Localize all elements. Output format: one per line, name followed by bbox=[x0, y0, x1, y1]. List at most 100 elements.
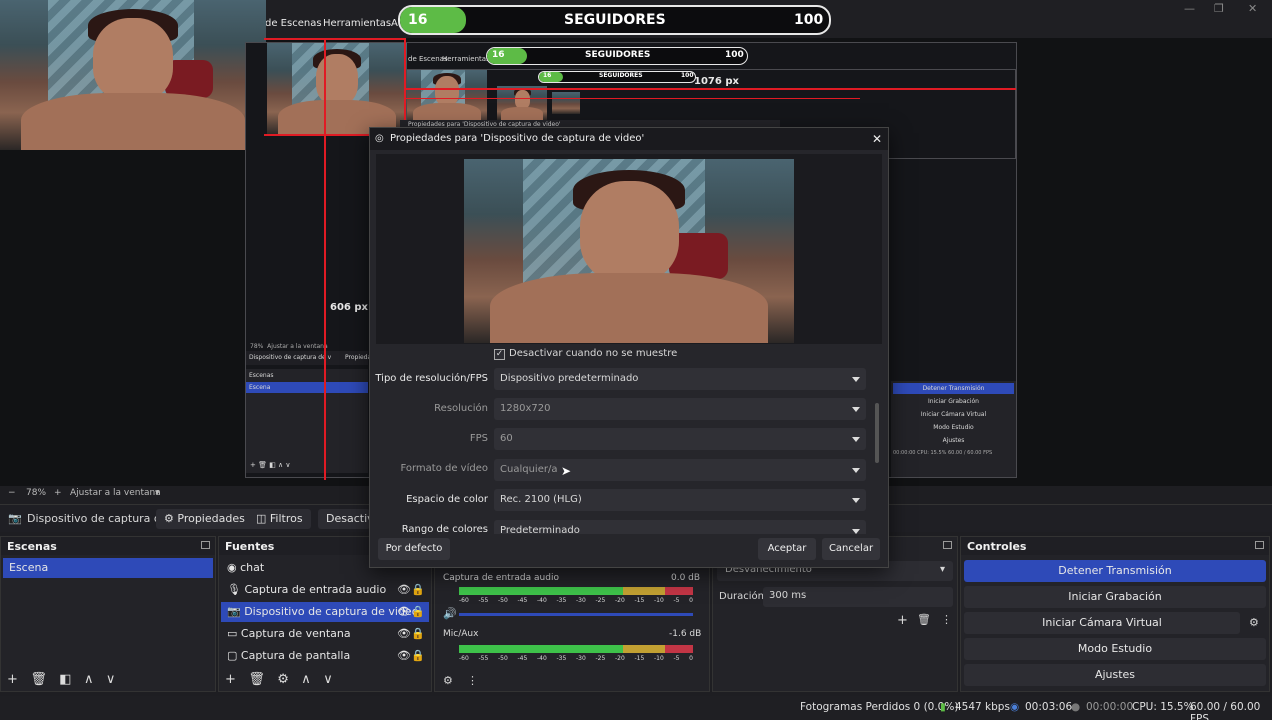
minimize-icon[interactable]: — bbox=[1184, 2, 1195, 15]
add-icon[interactable]: + bbox=[897, 613, 908, 628]
chevron-down-icon bbox=[852, 377, 860, 382]
nested-follower-bar-2: 16 SEGUIDORES 100 bbox=[538, 71, 696, 83]
source-item-window[interactable]: ▭ Captura de ventana 👁 🔒 bbox=[221, 624, 429, 644]
move-up-icon[interactable]: ∧ bbox=[84, 672, 94, 687]
controls-title: Controles bbox=[961, 537, 1269, 555]
gear-icon[interactable]: ⚙ bbox=[443, 674, 453, 687]
dialog-scrollbar[interactable] bbox=[875, 403, 879, 463]
properties-button[interactable]: ⚙ Propiedades bbox=[156, 509, 253, 529]
fps-select[interactable]: 60 bbox=[494, 428, 866, 450]
resolution-select[interactable]: 1280x720 bbox=[494, 398, 866, 420]
more-icon[interactable]: ⋮ bbox=[941, 613, 952, 626]
move-down-icon[interactable]: ∨ bbox=[323, 672, 333, 687]
close-icon[interactable]: ✕ bbox=[872, 132, 882, 146]
add-icon[interactable]: + bbox=[225, 672, 236, 687]
trash-icon[interactable]: 🗑 bbox=[30, 672, 47, 687]
eye-icon[interactable]: 👁 bbox=[397, 646, 411, 666]
eye-icon[interactable]: 👁 bbox=[397, 624, 411, 644]
source-item-screen[interactable]: ▢ Captura de pantalla 👁 🔒 bbox=[221, 646, 429, 666]
undock-icon[interactable] bbox=[201, 541, 210, 549]
mixer-channel-2-db: -1.6 dB bbox=[669, 629, 702, 639]
move-down-icon[interactable]: ∨ bbox=[106, 672, 116, 687]
properties-dialog: ◎ Propiedades para 'Dispositivo de captu… bbox=[369, 127, 889, 568]
duration-label: Duración bbox=[719, 591, 765, 602]
source-label: Dispositivo de captura de video bbox=[244, 605, 419, 618]
lock-icon[interactable]: 🔒 bbox=[411, 624, 425, 644]
guide-line-top bbox=[264, 38, 406, 40]
stop-stream-button[interactable]: Detener Transmisión bbox=[964, 560, 1266, 582]
fit-window-select[interactable]: Ajustar a la ventana bbox=[70, 488, 161, 498]
field-label-color-range: Rango de colores bbox=[401, 524, 488, 534]
start-recording-button[interactable]: Iniciar Grabación bbox=[964, 586, 1266, 608]
nested-follower-count-2: 16 bbox=[543, 72, 552, 79]
mic-icon: 🎙 bbox=[227, 583, 241, 596]
mixer-channel-2-name: Mic/Aux bbox=[443, 629, 479, 639]
chevron-down-icon bbox=[852, 407, 860, 412]
nested-follower-bar: 16 SEGUIDORES 100 bbox=[486, 47, 748, 65]
mixer-channel-1-meter bbox=[459, 587, 693, 595]
zoom-out-button[interactable]: − bbox=[8, 488, 16, 498]
trash-icon[interactable]: 🗑 bbox=[917, 613, 931, 626]
nested-controls: Detener Transmisión Iniciar Grabación In… bbox=[891, 381, 1016, 477]
defaults-button[interactable]: Por defecto bbox=[378, 538, 450, 560]
source-item-video[interactable]: 📷 Dispositivo de captura de video 👁 🔒 bbox=[221, 602, 429, 622]
undock-icon[interactable] bbox=[1255, 541, 1264, 549]
more-icon[interactable]: ⋮ bbox=[467, 674, 478, 687]
menu-tools[interactable]: Herramientas bbox=[323, 18, 391, 29]
bitrate: 4547 kbps bbox=[955, 701, 1010, 713]
start-virtualcam-button[interactable]: Iniciar Cámara Virtual bbox=[964, 612, 1240, 634]
dialog-title: Propiedades para 'Dispositivo de captura… bbox=[390, 133, 645, 144]
close-icon[interactable]: ✕ bbox=[1248, 2, 1257, 15]
field-label-resolution: Resolución bbox=[434, 403, 488, 414]
nested-menu-tools: Herramientas bbox=[442, 55, 490, 63]
source-label: Captura de pantalla bbox=[240, 649, 351, 662]
duration-input[interactable]: 300 ms bbox=[763, 587, 953, 607]
nested-webcam-3 bbox=[497, 86, 547, 120]
studio-mode-button[interactable]: Modo Estudio bbox=[964, 638, 1266, 660]
eye-icon[interactable]: 👁 bbox=[397, 602, 411, 622]
chevron-down-icon[interactable]: ▾ bbox=[155, 488, 160, 498]
resolution-type-select[interactable]: Dispositivo predeterminado bbox=[494, 368, 866, 390]
scenes-dock: Escenas Escena + 🗑 ◧ ∧ ∨ bbox=[0, 536, 216, 692]
filter-icon[interactable]: ◧ bbox=[59, 672, 71, 687]
color-range-row-clip: Rango de colores Predeterminado bbox=[370, 520, 888, 534]
globe-icon: ◉ bbox=[227, 561, 237, 574]
scene-item[interactable]: Escena bbox=[3, 558, 213, 578]
filters-button[interactable]: ◫ Filtros bbox=[248, 509, 311, 529]
lock-icon[interactable]: 🔒 bbox=[411, 580, 425, 600]
settings-button[interactable]: Ajustes bbox=[964, 664, 1266, 686]
deactivate-button[interactable]: Desactiva bbox=[318, 509, 370, 529]
zoom-in-button[interactable]: + bbox=[54, 488, 62, 498]
volume-icon[interactable]: 🔊 bbox=[443, 607, 457, 620]
video-format-select[interactable]: Cualquier/a bbox=[494, 459, 866, 481]
monitor-icon: ▢ bbox=[227, 649, 238, 662]
source-item-audio[interactable]: 🎙 Captura de entrada audio 👁 🔒 bbox=[221, 580, 429, 600]
gear-icon[interactable]: ⚙ bbox=[277, 672, 289, 687]
nested-webcam-2 bbox=[407, 70, 487, 124]
menu-help[interactable]: A bbox=[391, 18, 398, 29]
camera-icon: 📷 bbox=[8, 512, 22, 525]
mixer-channel-1-slider[interactable] bbox=[459, 613, 693, 616]
sources-footer: + 🗑 ⚙ ∧ ∨ bbox=[225, 672, 333, 687]
accept-button[interactable]: Aceptar bbox=[758, 538, 816, 560]
undock-icon[interactable] bbox=[943, 541, 952, 549]
guide-line-vertical bbox=[324, 40, 326, 480]
lock-icon[interactable]: 🔒 bbox=[411, 646, 425, 666]
add-icon[interactable]: + bbox=[7, 672, 18, 687]
filter-icon: ◫ bbox=[256, 512, 267, 525]
cancel-button[interactable]: Cancelar bbox=[822, 538, 880, 560]
follower-label: SEGUIDORES bbox=[564, 12, 666, 28]
gear-icon[interactable]: ⚙ bbox=[1249, 616, 1259, 629]
deactivate-checkbox[interactable]: ✓ bbox=[494, 349, 505, 360]
menu-scene-collection[interactable]: de Escenas bbox=[265, 18, 322, 29]
lock-icon[interactable]: 🔒 bbox=[411, 602, 425, 622]
select-value: 60 bbox=[500, 433, 513, 444]
trash-icon[interactable]: 🗑 bbox=[248, 672, 265, 687]
maximize-icon[interactable]: ❐ bbox=[1214, 2, 1224, 15]
source-label: chat bbox=[240, 561, 265, 574]
eye-icon[interactable]: 👁 bbox=[397, 580, 411, 600]
color-space-select[interactable]: Rec. 2100 (HLG) bbox=[494, 489, 866, 511]
color-range-select[interactable]: Predeterminado bbox=[494, 520, 866, 534]
move-up-icon[interactable]: ∧ bbox=[301, 672, 311, 687]
field-label-resolution-type: Tipo de resolución/FPS bbox=[375, 373, 488, 384]
